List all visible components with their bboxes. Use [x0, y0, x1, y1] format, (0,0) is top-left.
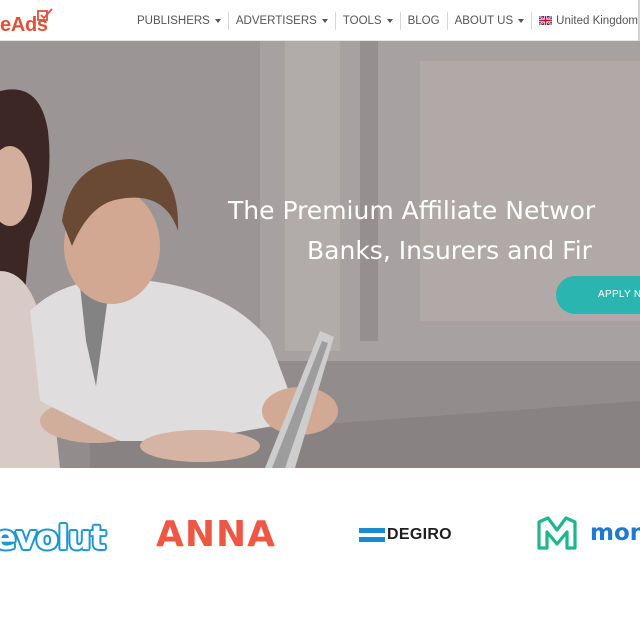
- nav-country-selector[interactable]: United Kingdom: [532, 12, 640, 30]
- nav-publishers[interactable]: PUBLISHERS: [130, 11, 229, 30]
- hero-title-line2: Banks, Insurers and Fir: [307, 236, 592, 265]
- nav-blog[interactable]: BLOG: [401, 11, 448, 30]
- hero-title-line1: The Premium Affiliate Networ: [228, 196, 596, 225]
- caret-down-icon: [386, 18, 393, 23]
- nav-publishers-label: PUBLISHERS: [137, 14, 210, 27]
- main-nav: PUBLISHERS ADVERTISERS TOOLS BLOG ABOUT …: [130, 0, 640, 41]
- partner-logo-degiro[interactable]: DEGIRO: [359, 526, 452, 544]
- caret-down-icon: [321, 18, 328, 23]
- degiro-bars-icon: [359, 528, 385, 542]
- nav-about-us[interactable]: ABOUT US: [448, 11, 533, 30]
- caret-down-icon: [518, 18, 525, 23]
- degiro-text: DEGIRO: [387, 526, 452, 543]
- uk-flag-icon: [539, 16, 553, 25]
- caret-down-icon: [214, 18, 221, 23]
- partner-logo-anna[interactable]: ANNA: [156, 514, 276, 555]
- hero-banner: The Premium Affiliate Networ Banks, Insu…: [0, 41, 640, 468]
- nav-blog-label: BLOG: [407, 14, 440, 27]
- partner-logos-strip: evolut ANNA DEGIRO mon: [0, 468, 640, 640]
- nav-advertisers[interactable]: ADVERTISERS: [229, 11, 336, 30]
- nav-tools[interactable]: TOOLS: [336, 11, 401, 30]
- country-label: United Kingdom: [556, 14, 638, 27]
- logo-check-icon: [37, 8, 53, 21]
- monzo-text: mon: [590, 520, 640, 546]
- partner-logo-monzo[interactable]: mon: [536, 516, 640, 550]
- nav-advertisers-label: ADVERTISERS: [235, 14, 317, 27]
- monzo-m-icon: [537, 516, 577, 550]
- top-navigation-bar: eAds PUBLISHERS ADVERTISERS TOOLS BLOG A…: [0, 0, 640, 41]
- partner-logo-revolut[interactable]: evolut: [0, 518, 106, 557]
- nav-tools-label: TOOLS: [342, 14, 382, 27]
- apply-now-button[interactable]: APPLY N: [556, 276, 640, 314]
- nav-about-us-label: ABOUT US: [454, 14, 514, 27]
